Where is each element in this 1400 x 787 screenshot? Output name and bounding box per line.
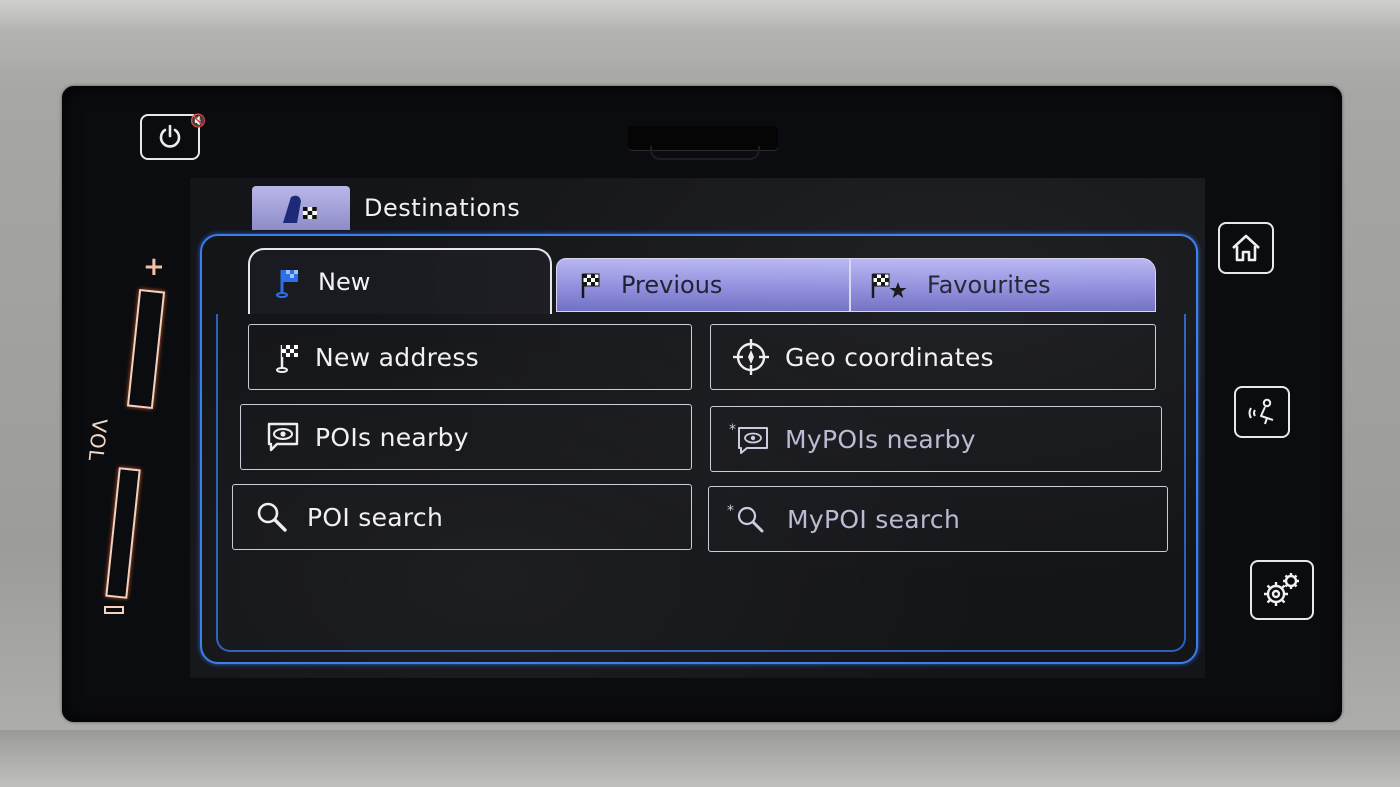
tab-new-label: New <box>318 268 371 296</box>
geo-coordinates-label: Geo coordinates <box>785 342 994 372</box>
tab-new[interactable]: New <box>248 248 552 314</box>
volume-plus[interactable]: + <box>143 252 165 282</box>
pois-nearby-button[interactable]: POIs nearby <box>240 404 692 470</box>
volume-label: VOL <box>83 417 112 463</box>
geo-coordinates-button[interactable]: Geo coordinates <box>710 324 1156 390</box>
mypoi-search-icon: * <box>727 501 773 537</box>
crosshair-compass-icon <box>731 337 771 377</box>
mute-icon: 🔇 <box>190 114 207 129</box>
destinations-icon-box <box>252 186 350 230</box>
tab-favourites[interactable]: Favourites <box>850 258 1156 312</box>
navigation-screen: Destinations New Previous Favourites New… <box>190 178 1205 678</box>
tab-previous[interactable]: Previous <box>556 258 850 312</box>
pois-nearby-label: POIs nearby <box>315 422 469 452</box>
tab-previous-label: Previous <box>621 271 723 299</box>
checkered-flag-icon <box>579 270 603 300</box>
power-icon <box>159 124 181 148</box>
voice-icon <box>1248 398 1274 425</box>
poi-search-label: POI search <box>307 502 444 532</box>
sd-card-slot <box>628 126 778 160</box>
home-icon <box>1232 234 1260 262</box>
settings-button[interactable] <box>1250 560 1314 620</box>
mypoi-search-button[interactable]: * MyPOI search <box>708 486 1168 552</box>
tab-favourites-label: Favourites <box>927 271 1051 299</box>
svg-text:*: * <box>727 503 734 519</box>
flag-star-icon <box>869 270 909 300</box>
bezel-bottom <box>0 730 1400 787</box>
mypois-nearby-label: MyPOIs nearby <box>785 424 976 454</box>
svg-text:*: * <box>729 422 736 438</box>
volume-minus[interactable] <box>104 606 124 614</box>
poi-eye-icon <box>265 420 301 454</box>
search-icon <box>253 499 293 535</box>
new-address-button[interactable]: New address <box>248 324 692 390</box>
poi-search-button[interactable]: POI search <box>232 484 692 550</box>
mypois-nearby-button[interactable]: * MyPOIs nearby <box>710 406 1162 472</box>
mypoi-search-label: MyPOI search <box>787 504 961 534</box>
checkered-flag-icon <box>275 341 301 373</box>
voice-button[interactable] <box>1234 386 1290 438</box>
bezel-top <box>0 0 1400 28</box>
settings-icon <box>1264 573 1299 606</box>
blue-flag-icon <box>274 266 300 298</box>
new-address-label: New address <box>315 342 479 372</box>
mypoi-eye-icon: * <box>729 422 771 456</box>
home-button[interactable] <box>1218 222 1274 274</box>
page-title: Destinations <box>364 194 521 222</box>
destination-flag-icon <box>283 195 317 223</box>
title-bar: Destinations <box>252 186 520 230</box>
